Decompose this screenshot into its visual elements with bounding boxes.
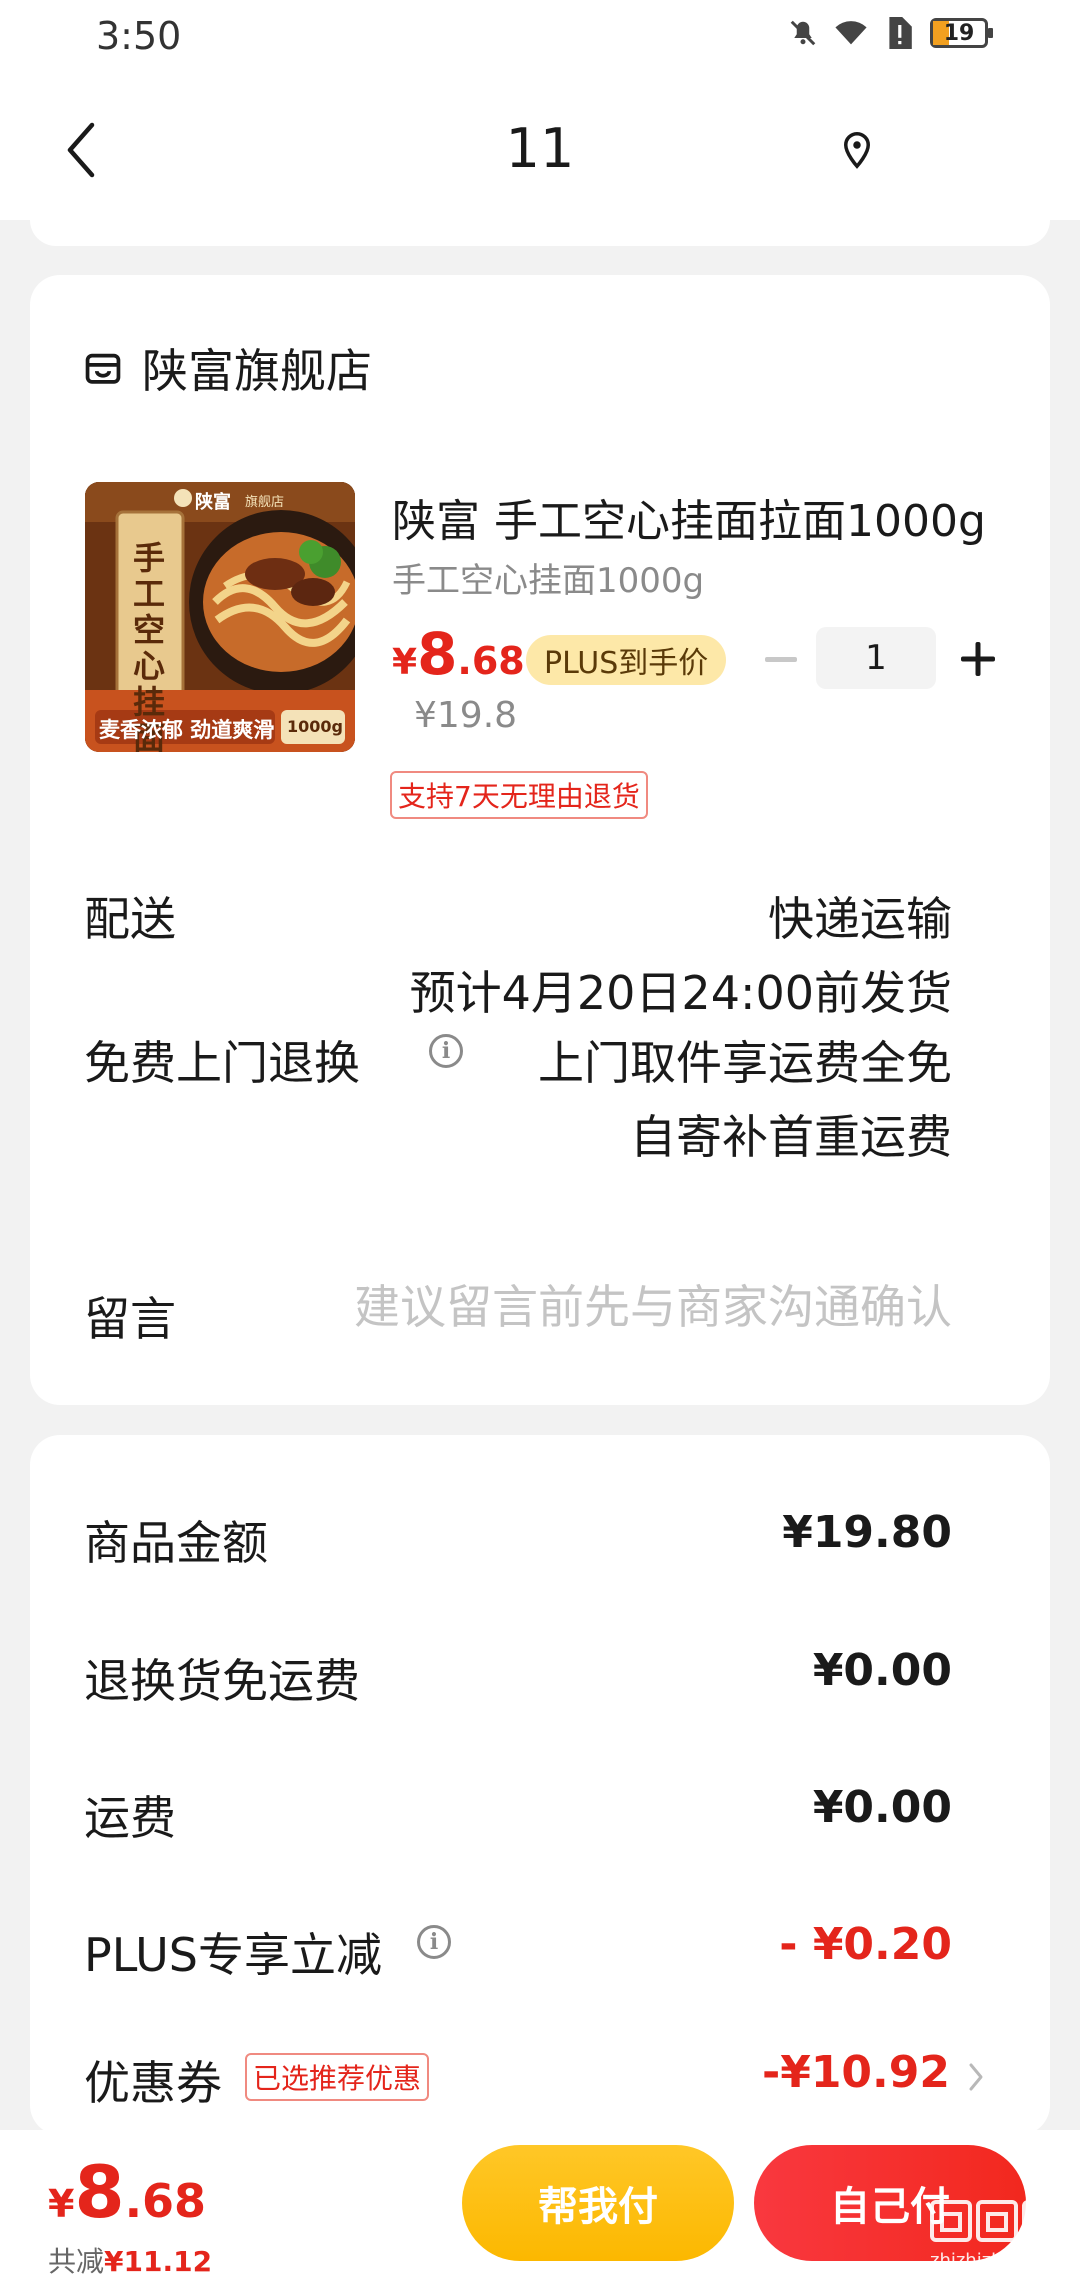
coupon-label[interactable]: 优惠券 [84, 2047, 222, 2113]
quantity-input[interactable]: 1 [816, 627, 936, 689]
return-policy-tag: 支持7天无理由退货 [390, 771, 648, 819]
product-image-banner: 麦香浓郁 劲道爽滑 [99, 718, 275, 742]
help-me-pay-button[interactable]: 帮我付 [462, 2145, 734, 2261]
order-card: 陕富旗舰店 陕富 旗舰店 手工空心挂面 麦香浓郁 劲道爽滑 1000g 陕富 手… [30, 275, 1050, 1405]
total-decimal: .68 [124, 2174, 207, 2228]
price-symbol: ¥ [392, 642, 418, 683]
address-card-edge [30, 220, 1050, 246]
battery-level: 19 [943, 20, 975, 46]
free-return-info-icon[interactable]: i [429, 1034, 463, 1068]
status-icons: 19 [786, 16, 993, 50]
page-title: 11 [505, 117, 575, 180]
coupon-selected-tag: 已选推荐优惠 [245, 2053, 430, 2101]
total-symbol: ¥ [48, 2182, 75, 2226]
product-image-brand: 陕富 [195, 492, 231, 513]
delivery-method[interactable]: 快递运输 [768, 883, 952, 949]
battery-icon: 19 [930, 18, 993, 48]
watermark-logo-icon [930, 2200, 1064, 2242]
product-image[interactable]: 陕富 旗舰店 手工空心挂面 麦香浓郁 劲道爽滑 1000g [85, 482, 355, 752]
original-price: ¥19.8 [414, 695, 518, 736]
shop-name: 陕富旗舰店 [142, 344, 372, 398]
return-shipping-label: 退换货免运费 [84, 1654, 360, 1708]
return-shipping-value: ¥0.00 [812, 1645, 952, 1696]
plus-icon [961, 642, 995, 676]
site-watermark: zhizhizhi.com [928, 2196, 1070, 2276]
product-title[interactable]: 陕富 手工空心挂面拉面1000g [392, 485, 1002, 549]
price-integer: 8 [417, 620, 458, 688]
free-return-line2: 自寄补首重运费 [630, 1110, 952, 1164]
minus-icon [765, 657, 797, 662]
notifications-off-icon [786, 16, 820, 50]
location-pin-icon [843, 131, 871, 169]
note-label: 留言 [84, 1292, 176, 1346]
savings-prefix: 共减 [48, 2245, 105, 2278]
location-button[interactable] [836, 125, 878, 175]
product-price: ¥ 8 .68 [392, 620, 525, 688]
savings-value: ¥11.12 [104, 2245, 213, 2278]
checkout-bar: ¥ 8 .68 共减¥11.12 帮我付 自己付 [0, 2130, 1080, 2280]
goods-amount-value: ¥19.80 [782, 1507, 952, 1558]
product-spec[interactable]: 手工空心挂面1000g [392, 553, 704, 602]
quantity-decrease-button[interactable] [756, 635, 806, 685]
total-price: ¥ 8 .68 [48, 2150, 206, 2234]
shop-header[interactable]: 陕富旗舰店 [84, 335, 372, 401]
store-icon [85, 353, 121, 384]
free-return-label: 免费上门退换 [84, 1036, 360, 1090]
total-integer: 8 [74, 2150, 125, 2234]
wifi-icon [834, 16, 868, 50]
shipping-value: ¥0.00 [812, 1782, 952, 1833]
plus-discount-info-icon[interactable]: i [417, 1925, 451, 1959]
shipping-label: 运费 [84, 1791, 176, 1845]
status-bar: 3:50 19 [0, 0, 1080, 75]
plus-discount-value: - ¥0.20 [779, 1919, 952, 1970]
product-image-weight: 1000g [287, 717, 343, 736]
delivery-eta: 预计4月20日24:00前发货 [409, 966, 952, 1020]
goods-amount-label: 商品金额 [84, 1516, 268, 1570]
watermark-text: zhizhizhi.com [930, 2250, 1052, 2271]
plus-discount-label: PLUS专享立减 [84, 1928, 382, 1982]
price-decimal: .68 [457, 639, 525, 683]
delivery-label: 配送 [84, 892, 176, 946]
total-savings: 共减¥11.12 [48, 2240, 212, 2280]
status-time: 3:50 [96, 14, 182, 58]
product-image-brand-sub: 旗舰店 [245, 495, 285, 510]
cost-summary-card: 商品金额 ¥19.80 退换货免运费 ¥0.00 运费 ¥0.00 PLUS专享… [30, 1435, 1050, 2135]
sim-alert-icon [882, 16, 916, 50]
free-return-line1: 上门取件享运费全免 [538, 1036, 952, 1090]
coupon-chevron-right-icon[interactable] [964, 2059, 988, 2095]
coupon-value[interactable]: -¥10.92 [762, 2047, 950, 2098]
note-input[interactable] [292, 1280, 952, 1334]
plus-price-badge: PLUS到手价 [526, 635, 727, 685]
nav-bar: 11 [0, 75, 1080, 220]
quantity-increase-button[interactable] [950, 631, 1006, 687]
